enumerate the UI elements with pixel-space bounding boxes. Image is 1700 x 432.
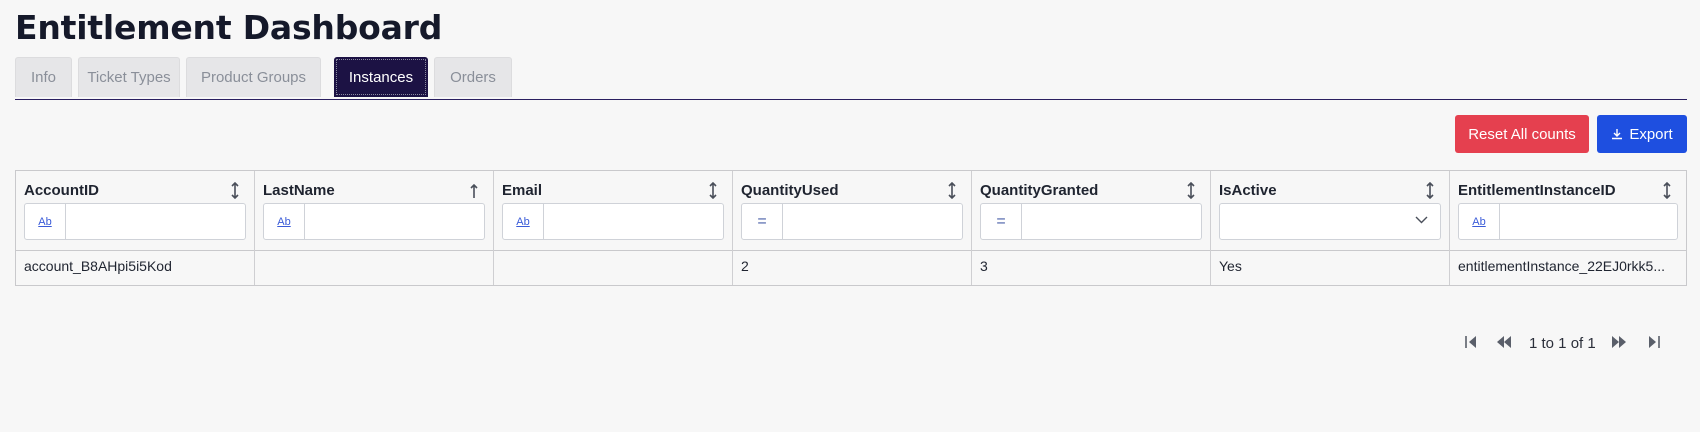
reset-all-counts-button[interactable]: Reset All counts xyxy=(1455,115,1589,153)
quantityused-filter: = xyxy=(741,203,963,240)
column-header-label[interactable]: QuantityGranted xyxy=(980,182,1098,199)
chevron-down-icon xyxy=(1415,216,1428,224)
sort-both-icon[interactable] xyxy=(708,182,718,199)
sort-both-icon[interactable] xyxy=(947,182,957,199)
text-filter-type-icon[interactable]: Ab xyxy=(1459,204,1500,239)
accountid-filter-input[interactable] xyxy=(66,204,245,239)
column-header: QuantityUsed = xyxy=(733,171,971,251)
export-button-label: Export xyxy=(1629,125,1673,143)
column-header: Email Ab xyxy=(494,171,732,251)
download-icon xyxy=(1612,129,1623,140)
column-header-label[interactable]: QuantityUsed xyxy=(741,182,839,199)
table-cell: Yes xyxy=(1219,258,1242,274)
quantityused-filter-input[interactable] xyxy=(783,204,962,239)
lastname-filter: Ab xyxy=(263,203,485,240)
column-isactive: IsActive Yes xyxy=(1211,171,1450,285)
pagination-summary: 1 to 1 of 1 xyxy=(1529,334,1596,352)
next-page-icon[interactable] xyxy=(1610,335,1628,349)
entitlementinstanceid-filter: Ab xyxy=(1458,203,1678,240)
column-header-label[interactable]: LastName xyxy=(263,182,335,199)
entitlementinstanceid-filter-input[interactable] xyxy=(1500,204,1677,239)
sort-ascending-icon[interactable] xyxy=(469,182,479,199)
previous-page-icon[interactable] xyxy=(1495,335,1513,349)
tab-ticket-types[interactable]: Ticket Types xyxy=(78,57,180,97)
column-lastname: LastName Ab xyxy=(255,171,494,285)
column-quantitygranted: QuantityGranted = 3 xyxy=(972,171,1211,285)
tab-orders[interactable]: Orders xyxy=(434,57,512,97)
column-header: LastName Ab xyxy=(255,171,493,251)
table-cell: 2 xyxy=(741,258,749,274)
equals-filter-type-icon[interactable]: = xyxy=(742,204,783,239)
equals-filter-type-icon[interactable]: = xyxy=(981,204,1022,239)
email-filter-input[interactable] xyxy=(544,204,723,239)
page-title: Entitlement Dashboard xyxy=(15,8,443,47)
text-filter-type-icon[interactable]: Ab xyxy=(25,204,66,239)
sort-both-icon[interactable] xyxy=(1186,182,1196,199)
column-quantityused: QuantityUsed = 2 xyxy=(733,171,972,285)
text-filter-type-icon[interactable]: Ab xyxy=(503,204,544,239)
table-cell: entitlementInstance_22EJ0rkk5... xyxy=(1458,258,1666,274)
first-page-icon[interactable] xyxy=(1464,335,1478,349)
column-header-label[interactable]: EntitlementInstanceID xyxy=(1458,182,1616,199)
export-button[interactable]: Export xyxy=(1597,115,1687,153)
sort-both-icon[interactable] xyxy=(230,182,240,199)
column-email: Email Ab xyxy=(494,171,733,285)
quantitygranted-filter-input[interactable] xyxy=(1022,204,1201,239)
column-header: QuantityGranted = xyxy=(972,171,1210,251)
tab-bar: Info Ticket Types Product Groups Instanc… xyxy=(15,57,1687,100)
sort-both-icon[interactable] xyxy=(1662,182,1672,199)
column-entitlementinstanceid: EntitlementInstanceID Ab entitlementInst… xyxy=(1450,171,1686,285)
last-page-icon[interactable] xyxy=(1647,335,1661,349)
column-header: IsActive xyxy=(1211,171,1449,251)
column-header-label[interactable]: Email xyxy=(502,182,542,199)
tab-product-groups[interactable]: Product Groups xyxy=(186,57,321,97)
isactive-filter-select[interactable] xyxy=(1219,203,1441,240)
table-cell: account_B8AHpi5i5Kod xyxy=(24,258,172,274)
text-filter-type-icon[interactable]: Ab xyxy=(264,204,305,239)
tab-instances[interactable]: Instances xyxy=(334,57,428,97)
sort-both-icon[interactable] xyxy=(1425,182,1435,199)
instances-grid: AccountID Ab account_B8AHpi5i5Kod LastNa… xyxy=(15,170,1687,286)
table-cell: 3 xyxy=(980,258,988,274)
column-header-label[interactable]: IsActive xyxy=(1219,182,1277,199)
tab-info[interactable]: Info xyxy=(15,57,72,97)
lastname-filter-input[interactable] xyxy=(305,204,484,239)
column-accountid: AccountID Ab account_B8AHpi5i5Kod xyxy=(16,171,255,285)
column-header: EntitlementInstanceID Ab xyxy=(1450,171,1686,251)
column-header: AccountID Ab xyxy=(16,171,254,251)
reset-button-label: Reset All counts xyxy=(1468,125,1576,143)
email-filter: Ab xyxy=(502,203,724,240)
accountid-filter: Ab xyxy=(24,203,246,240)
quantitygranted-filter: = xyxy=(980,203,1202,240)
column-header-label[interactable]: AccountID xyxy=(24,182,99,199)
